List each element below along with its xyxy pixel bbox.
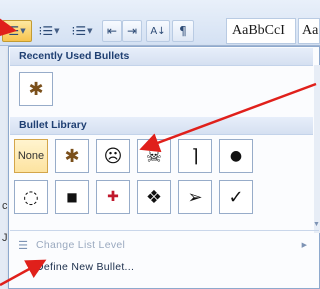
sort-icon: A↓ bbox=[150, 25, 166, 37]
list-level-icon: ☰ bbox=[18, 239, 28, 252]
bullets-icon: ☰ bbox=[8, 24, 20, 38]
decrease-indent-button[interactable]: ⇤ bbox=[102, 20, 122, 42]
numbering-icon: ⁝☰ bbox=[38, 24, 54, 38]
multilevel-list-icon: ⁝☰ bbox=[71, 24, 87, 38]
change-list-level-label: Change List Level bbox=[36, 239, 126, 251]
bullets-dropdown: Recently Used Bullets ✱ Bullet Library N… bbox=[8, 46, 320, 289]
pilcrow-icon: ¶ bbox=[179, 24, 187, 38]
increase-indent-button[interactable]: ⇥ bbox=[122, 20, 142, 42]
decrease-indent-icon: ⇤ bbox=[106, 24, 118, 38]
numbering-button[interactable]: ⁝☰ ▼ bbox=[34, 20, 64, 42]
bullet-library-item[interactable]: ⌉ bbox=[178, 139, 212, 173]
chevron-down-icon[interactable]: ▼ bbox=[20, 27, 25, 35]
frown-face-bullet-icon: ☹ bbox=[103, 145, 123, 167]
partial-text: J bbox=[2, 232, 8, 244]
scrollbar[interactable] bbox=[314, 65, 320, 233]
bullet-library-item[interactable]: ■ bbox=[55, 180, 89, 214]
style-sample-next[interactable]: Aa bbox=[298, 18, 320, 44]
scroll-down-arrow-icon[interactable]: ▼ bbox=[313, 221, 320, 228]
bullet-library-item[interactable]: ☹ bbox=[96, 139, 130, 173]
multilevel-list-button[interactable]: ⁝☰ ▼ bbox=[66, 20, 98, 42]
bullet-library-item[interactable]: ❖ bbox=[137, 180, 171, 214]
sort-button[interactable]: A↓ bbox=[146, 20, 170, 42]
submenu-arrow-icon: ▶ bbox=[301, 242, 307, 249]
ribbon: ☰ ▼ ⁝☰ ▼ ⁝☰ ▼ ⇤ ⇥ A↓ ¶ AaBbCcI Aa bbox=[0, 0, 320, 46]
bullet-none[interactable]: None bbox=[14, 139, 48, 173]
menu-separator bbox=[10, 230, 319, 231]
round-bullet-icon: ● bbox=[229, 148, 243, 164]
bug-bullet-icon: ✱ bbox=[28, 78, 44, 100]
show-marks-button[interactable]: ¶ bbox=[172, 20, 194, 42]
bullet-library-item[interactable]: ✓ bbox=[219, 180, 253, 214]
bullet-library-header: Bullet Library bbox=[10, 117, 313, 135]
bullet-library-item[interactable]: ➢ bbox=[178, 180, 212, 214]
hollow-circle-bullet-icon: ◌ bbox=[23, 186, 39, 208]
chevron-down-icon[interactable]: ▼ bbox=[87, 27, 92, 35]
skull-crossbones-bullet-icon: ☠ bbox=[145, 145, 163, 167]
partial-text: c bbox=[2, 200, 8, 212]
define-new-bullet-label: Define New Bullet... bbox=[36, 261, 135, 273]
bullet-library-item[interactable]: ☠ bbox=[137, 139, 171, 173]
recent-bullets-header: Recently Used Bullets bbox=[10, 48, 313, 66]
increase-indent-icon: ⇥ bbox=[126, 24, 138, 38]
bullet-library-item[interactable]: ◌ bbox=[14, 180, 48, 214]
bug-bullet-icon: ✱ bbox=[64, 145, 80, 167]
bullet-library-item[interactable]: ✚ bbox=[96, 180, 130, 214]
bullet-library-item[interactable]: ✱ bbox=[55, 139, 89, 173]
diamond-dots-bullet-icon: ❖ bbox=[145, 186, 163, 208]
none-label: None bbox=[17, 150, 45, 162]
checkmark-bullet-icon: ✓ bbox=[228, 186, 244, 208]
bullets-button[interactable]: ☰ ▼ bbox=[2, 20, 32, 42]
change-list-level-menu-item[interactable]: ☰ Change List Level ▶ bbox=[10, 235, 319, 255]
bracket-bullet-icon: ⌉ bbox=[191, 145, 199, 167]
square-bullet-icon: ■ bbox=[66, 190, 78, 204]
style-sample-normal[interactable]: AaBbCcI bbox=[226, 18, 296, 44]
bullet-library-item[interactable]: ● bbox=[219, 139, 253, 173]
pushpin-bullet-icon: ✚ bbox=[107, 189, 119, 205]
recent-bullet-item[interactable]: ✱ bbox=[19, 72, 53, 106]
arrowhead-bullet-icon: ➢ bbox=[187, 186, 203, 208]
chevron-down-icon[interactable]: ▼ bbox=[54, 27, 59, 35]
define-new-bullet-menu-item[interactable]: Define New Bullet... bbox=[10, 257, 319, 277]
